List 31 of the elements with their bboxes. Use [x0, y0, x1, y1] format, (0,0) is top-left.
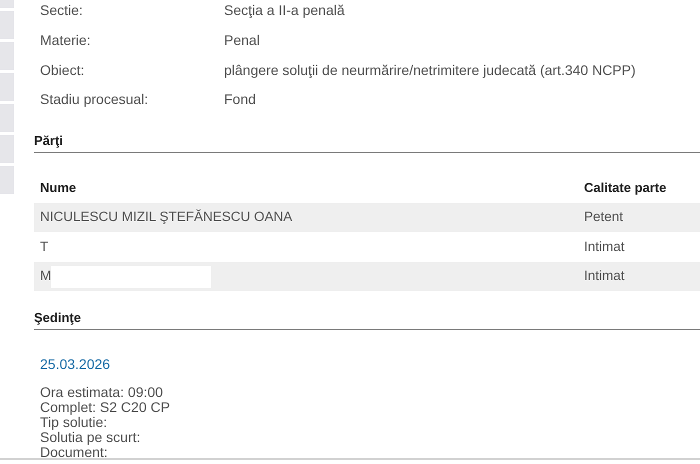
sidebar-tab[interactable]: [0, 73, 14, 101]
field-label: Sectie:: [39, 1, 84, 20]
field-label: Stadiu procesual:: [39, 90, 150, 110]
table-cell-text: M: [40, 267, 52, 286]
table-cell-text: Intimat: [584, 267, 625, 286]
hearing-detail: Complet: S2 C20 CP: [40, 400, 170, 416]
field-value: Fond: [224, 90, 256, 110]
sidebar-tab[interactable]: [0, 11, 14, 39]
field-value: Secţia a II-a penală: [224, 1, 345, 20]
table-cell-text: Petent: [584, 208, 624, 226]
field-label: Obiect:: [39, 60, 86, 80]
sidebar-tab[interactable]: [0, 166, 14, 194]
table-cell-text: T: [40, 238, 48, 256]
sidebar-tab[interactable]: [0, 104, 14, 132]
hearing-date[interactable]: 25.03.2026: [40, 354, 110, 376]
field-value: Penal: [224, 31, 260, 50]
hearing-detail: Document:: [40, 445, 108, 460]
sidebar-tab[interactable]: [0, 135, 14, 163]
horizontal-scrollbar[interactable]: [0, 458, 700, 460]
field-value: plângere soluţii de neurmărire/netrimitere judecată (art.340 NCPP): [224, 60, 636, 80]
hearing-detail: Tip solutie:: [40, 415, 108, 430]
section-heading: Şedinţe: [34, 310, 81, 326]
hearing-detail: Solutia pe scurt:: [40, 430, 140, 446]
sidebar-tab[interactable]: [0, 42, 14, 70]
column-header: Nume: [39, 179, 78, 197]
table-cell-text: NICULESCU MIZIL ŞTEFĂNESCU OANA: [40, 208, 292, 226]
hearing-detail: Ora estimata: 09:00: [40, 385, 163, 400]
column-header: Calitate parte: [584, 179, 666, 197]
field-label: Materie:: [39, 31, 92, 50]
section-heading: Părţi: [34, 132, 63, 148]
table-cell-text: Intimat: [584, 238, 625, 256]
